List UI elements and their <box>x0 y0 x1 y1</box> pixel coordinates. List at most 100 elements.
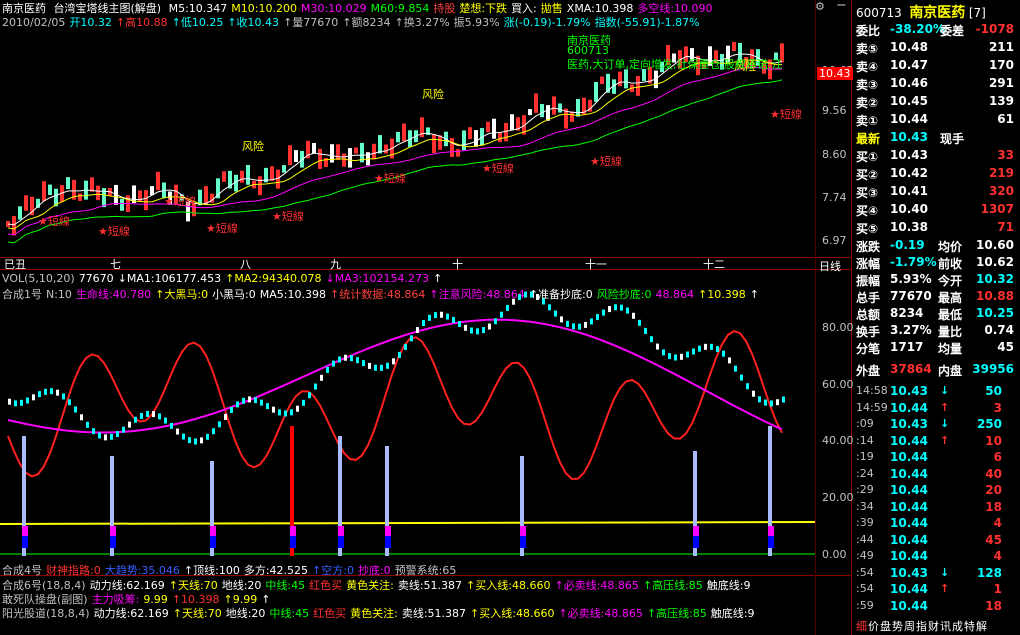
order-row[interactable]: 卖④ 10.47 170 <box>856 58 1016 76</box>
order-row[interactable]: 买② 10.42 219 <box>856 166 1016 184</box>
dot-bar <box>488 323 491 330</box>
spike-base <box>290 536 296 548</box>
candle <box>348 148 352 168</box>
bottom-tab[interactable]: 解 <box>976 620 987 633</box>
order-row[interactable]: 买① 10.43 33 <box>856 148 1016 166</box>
order-label: 卖② <box>856 96 879 110</box>
tick-row[interactable]: :29 10.44 20 <box>856 483 1016 499</box>
indicator-chart[interactable] <box>0 286 850 560</box>
bottom-tab[interactable]: 细 <box>856 620 867 633</box>
bottom-tab[interactable]: 指 <box>916 620 927 633</box>
tick-row[interactable]: :14 10.44 ↑ 10 <box>856 434 1016 450</box>
yellow-line <box>0 521 816 525</box>
month-label: 十一 <box>585 258 607 271</box>
spike-base <box>768 536 774 548</box>
candle <box>450 137 454 157</box>
legend-item: ↑高压线:85 <box>642 579 703 592</box>
short-signal: ★短線 <box>206 221 238 235</box>
dot-bar <box>344 354 347 361</box>
bottom-tab[interactable]: 盘 <box>880 620 891 633</box>
candle <box>540 104 544 118</box>
order-row[interactable]: 买④ 10.40 1307 <box>856 202 1016 220</box>
legend-item: 动力线:62.169 <box>93 607 169 620</box>
tick-row[interactable]: :44 10.44 45 <box>856 533 1016 549</box>
month-label: 十二 <box>703 258 725 271</box>
dot-bar <box>512 298 515 305</box>
dot-bar <box>200 437 203 444</box>
candle <box>204 186 208 205</box>
dot-bar <box>68 399 71 406</box>
tick-row[interactable]: 14:58 10.43 ↓ 50 <box>856 384 1016 400</box>
spike-mid <box>693 526 699 536</box>
dot-bar <box>386 362 389 369</box>
tick-row[interactable]: :19 10.44 6 <box>856 450 1016 466</box>
dot-bar <box>614 304 617 311</box>
candle <box>468 127 472 140</box>
dot-bar <box>128 421 131 428</box>
risk-signal: 风险 <box>422 87 444 101</box>
spike-base <box>520 536 526 548</box>
bottom-tab[interactable]: 成 <box>952 620 963 633</box>
dot-bar <box>80 414 83 421</box>
candle <box>336 144 340 160</box>
weibi-value: -38.20% <box>890 22 945 36</box>
order-row[interactable]: 卖① 10.44 61 <box>856 112 1016 130</box>
dot-bar <box>44 388 47 395</box>
dot-bar <box>98 432 101 439</box>
stat-row: 涨跌 -0.19 均价 10.60 <box>856 238 1014 254</box>
order-row[interactable]: 卖② 10.45 139 <box>856 94 1016 112</box>
dot-bar <box>764 399 767 406</box>
candle <box>354 147 358 154</box>
dot-bar <box>662 349 665 356</box>
candle <box>474 130 478 147</box>
dot-bar <box>398 351 401 358</box>
bottom-tab[interactable]: 讯 <box>940 620 951 633</box>
tick-row[interactable]: :39 10.44 4 <box>856 516 1016 532</box>
dot-bar <box>440 311 443 318</box>
candle <box>144 190 148 211</box>
bottom-tab[interactable]: 财 <box>928 620 939 633</box>
price-tick: 7.74 <box>822 191 847 204</box>
tick-row[interactable]: :59 10.44 18 <box>856 599 1016 615</box>
tick-row[interactable]: :34 10.44 18 <box>856 500 1016 516</box>
legend-item: 地线:20 <box>225 607 266 620</box>
legend-item: 多方:42.525 <box>243 564 309 577</box>
candle <box>732 41 736 52</box>
dot-bar <box>254 397 257 404</box>
ma-line <box>7 79 783 244</box>
order-row[interactable]: 买⑤ 10.38 71 <box>856 220 1016 238</box>
bottom-tab[interactable]: 势 <box>892 620 903 633</box>
dot-bar <box>626 307 629 314</box>
dot-bar <box>230 406 233 413</box>
bottom-tab[interactable]: 价 <box>868 620 879 633</box>
dot-bar <box>692 348 695 355</box>
order-label: 买② <box>856 168 879 182</box>
dot-bar <box>458 321 461 328</box>
spike-mid <box>22 526 28 536</box>
tick-row[interactable]: 14:59 10.44 ↑ 3 <box>856 401 1016 417</box>
tick-row[interactable]: :49 10.44 4 <box>856 549 1016 565</box>
tick-row[interactable]: :24 10.44 40 <box>856 467 1016 483</box>
dot-bar <box>650 336 653 343</box>
period-label[interactable]: 日线 <box>819 258 841 274</box>
order-row[interactable]: 买③ 10.41 320 <box>856 184 1016 202</box>
last-price: 10.43 <box>890 130 928 144</box>
tick-row[interactable]: :54 10.43 ↓ 128 <box>856 566 1016 582</box>
bottom-tab[interactable]: 周 <box>904 620 915 633</box>
order-row[interactable]: 卖⑤ 10.48 211 <box>856 40 1016 58</box>
order-row[interactable]: 卖③ 10.46 291 <box>856 76 1016 94</box>
dot-bar <box>452 316 455 323</box>
dot-bar <box>8 398 11 405</box>
candle <box>558 103 562 113</box>
candle <box>570 111 574 122</box>
candle <box>120 198 124 211</box>
order-price: 10.40 <box>890 202 928 216</box>
tick-row[interactable]: :54 10.44 ↑ 1 <box>856 582 1016 598</box>
tick-row[interactable]: :09 10.43 ↓ 250 <box>856 417 1016 433</box>
dot-bar <box>710 343 713 350</box>
indicator-tick: 40.00 <box>822 434 854 447</box>
bottom-tab[interactable]: 特 <box>964 620 975 633</box>
spike-base <box>110 536 116 548</box>
candlestick-chart[interactable]: ★短線★短線★短線★短線★短線★短線★短線★短線★短線风险风险风险 <box>0 0 850 265</box>
month-label: 十 <box>452 258 463 271</box>
